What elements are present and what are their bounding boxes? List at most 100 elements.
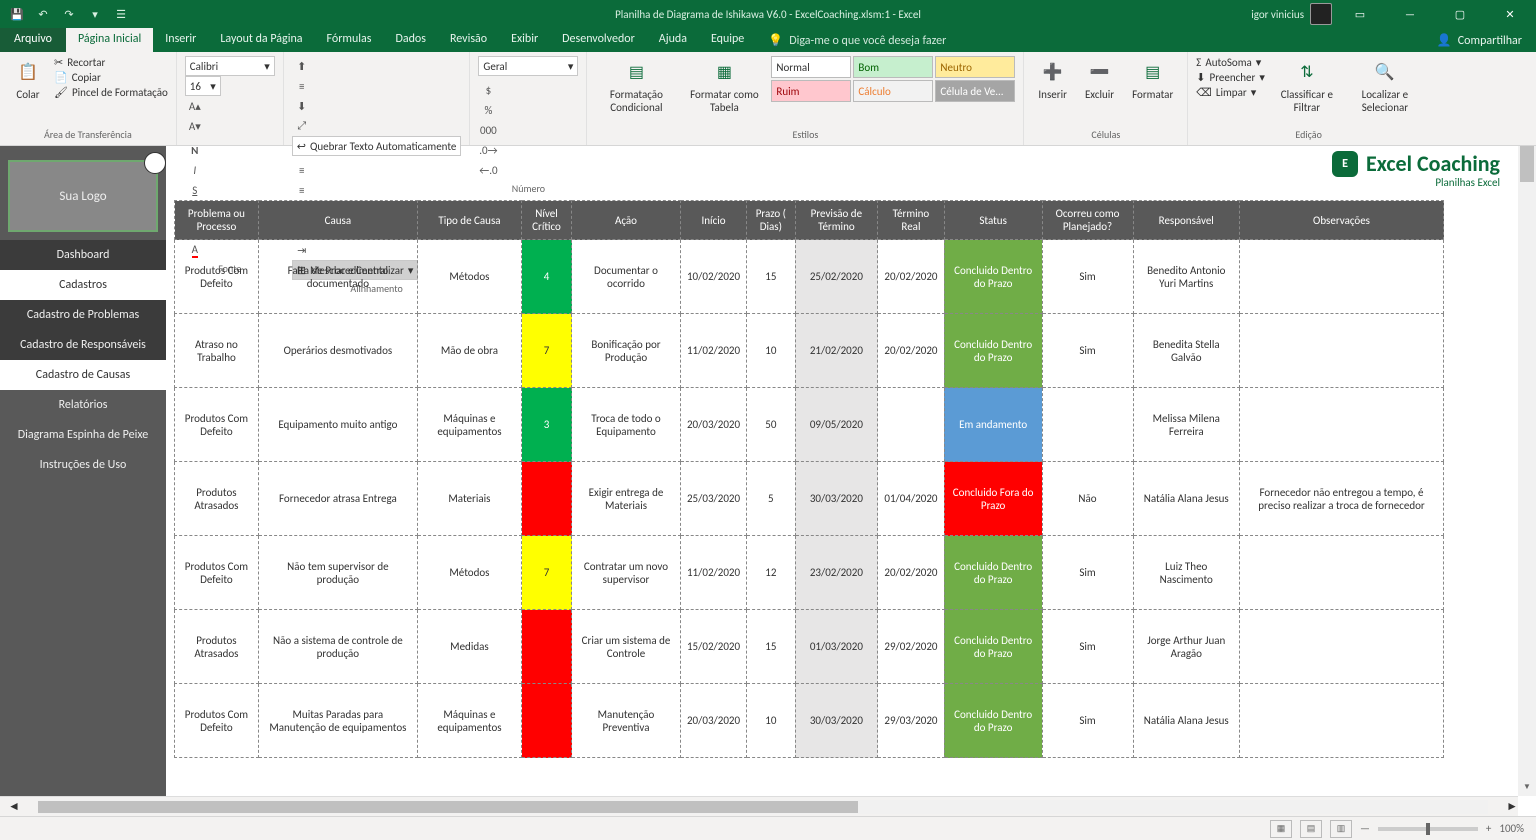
cut-button[interactable]: ✂Recortar bbox=[54, 56, 168, 69]
tab-dados[interactable]: Dados bbox=[383, 28, 437, 52]
cell-acao[interactable]: Exigir entrega de Materiais bbox=[572, 462, 681, 536]
cell-real[interactable] bbox=[878, 388, 945, 462]
cell-resp[interactable]: Luiz Theo Nascimento bbox=[1133, 536, 1240, 610]
cell-nivel[interactable]: 8 bbox=[522, 610, 572, 684]
zoom-in-icon[interactable]: + bbox=[1486, 822, 1491, 835]
cell-nivel[interactable]: 9 bbox=[522, 684, 572, 758]
cell-inicio[interactable]: 20/03/2020 bbox=[680, 388, 746, 462]
cell-status[interactable]: Concluido Dentro do Prazo bbox=[944, 536, 1042, 610]
cell-prev[interactable]: 30/03/2020 bbox=[795, 684, 878, 758]
close-icon[interactable]: ✕ bbox=[1488, 0, 1532, 28]
copy-button[interactable]: 📄Copiar bbox=[54, 71, 168, 84]
column-header[interactable]: Responsável bbox=[1133, 201, 1240, 240]
align-bottom-icon[interactable]: ⬇ bbox=[292, 96, 312, 116]
save-icon[interactable]: 💾 bbox=[6, 3, 28, 25]
table-row[interactable]: Produtos Com DefeitoMuitas Paradas para … bbox=[175, 684, 1444, 758]
cell-acao[interactable]: Manutenção Preventiva bbox=[572, 684, 681, 758]
column-header[interactable]: Nível Crítico bbox=[522, 201, 572, 240]
cell-prev[interactable]: 09/05/2020 bbox=[795, 388, 878, 462]
ribbon-options-icon[interactable]: ▭ bbox=[1338, 0, 1382, 28]
cell-status[interactable]: Em andamento bbox=[944, 388, 1042, 462]
qat-more-icon[interactable]: ▾ bbox=[84, 3, 106, 25]
column-header[interactable]: Previsão de Término bbox=[795, 201, 878, 240]
zoom-level[interactable]: 100% bbox=[1499, 822, 1524, 835]
view-page-break-icon[interactable]: ▥ bbox=[1330, 820, 1352, 838]
hscroll-thumb[interactable] bbox=[38, 801, 858, 813]
cell-obs[interactable] bbox=[1240, 536, 1444, 610]
table-row[interactable]: Produtos AtrasadosNão a sistema de contr… bbox=[175, 610, 1444, 684]
cell-acao[interactable]: Troca de todo o Equipamento bbox=[572, 388, 681, 462]
cell-obs[interactable] bbox=[1240, 684, 1444, 758]
sort-filter-button[interactable]: ⇅Classificar e Filtrar bbox=[1271, 56, 1343, 116]
cell-prev[interactable]: 21/02/2020 bbox=[795, 314, 878, 388]
cell-tipo[interactable]: Medidas bbox=[417, 610, 521, 684]
cell-causa[interactable]: Não a sistema de controle de produção bbox=[258, 610, 417, 684]
zoom-slider[interactable] bbox=[1378, 827, 1478, 831]
fill-button[interactable]: ⬇Preencher▾ bbox=[1196, 71, 1265, 84]
cell-problema[interactable]: Produtos Com Defeito bbox=[175, 388, 259, 462]
cell-problema[interactable]: Produtos Atrasados bbox=[175, 462, 259, 536]
cell-nivel[interactable]: 9 bbox=[522, 462, 572, 536]
cell-acao[interactable]: Criar um sistema de Controle bbox=[572, 610, 681, 684]
number-format-select[interactable]: Geral▾ bbox=[478, 56, 578, 76]
tab-ajuda[interactable]: Ajuda bbox=[647, 28, 699, 52]
cell-obs[interactable]: Fornecedor não entregou a tempo, é preci… bbox=[1240, 462, 1444, 536]
tab-inserir[interactable]: Inserir bbox=[153, 28, 208, 52]
cell-causa[interactable]: Falta de Procedimento documentado bbox=[258, 240, 417, 314]
column-header[interactable]: Prazo ( Dias) bbox=[747, 201, 796, 240]
style-calculo[interactable]: Cálculo bbox=[853, 80, 933, 102]
cell-obs[interactable] bbox=[1240, 240, 1444, 314]
sidebar-item-cadastros[interactable]: Cadastros bbox=[0, 270, 166, 300]
cell-prazo[interactable]: 5 bbox=[747, 462, 796, 536]
cell-prev[interactable]: 30/03/2020 bbox=[795, 462, 878, 536]
cell-problema[interactable]: Produtos Com Defeito bbox=[175, 684, 259, 758]
style-celula[interactable]: Célula de Ve... bbox=[935, 80, 1015, 102]
cell-causa[interactable]: Muitas Paradas para Manutenção de equipa… bbox=[258, 684, 417, 758]
conditional-formatting-button[interactable]: ▤Formatação Condicional bbox=[595, 56, 677, 116]
cell-resp[interactable]: Melissa Milena Ferreira bbox=[1133, 388, 1240, 462]
cell-resp[interactable]: Jorge Arthur Juan Aragão bbox=[1133, 610, 1240, 684]
tab-desenvolvedor[interactable]: Desenvolvedor bbox=[550, 28, 647, 52]
maximize-icon[interactable]: ▢ bbox=[1438, 0, 1482, 28]
style-neutro[interactable]: Neutro bbox=[935, 56, 1015, 78]
insert-cells-button[interactable]: ➕Inserir bbox=[1032, 56, 1073, 103]
file-tab[interactable]: Arquivo bbox=[0, 28, 66, 52]
tab-exibir[interactable]: Exibir bbox=[499, 28, 550, 52]
cell-ocorreu[interactable]: Sim bbox=[1042, 684, 1133, 758]
cell-problema[interactable]: Produtos Com Defeito bbox=[175, 240, 259, 314]
table-row[interactable]: Produtos Com DefeitoEquipamento muito an… bbox=[175, 388, 1444, 462]
cell-nivel[interactable]: 4 bbox=[522, 240, 572, 314]
cell-tipo[interactable]: Máquinas e equipamentos bbox=[417, 388, 521, 462]
cell-nivel[interactable]: 7 bbox=[522, 536, 572, 610]
autosum-button[interactable]: ΣAutoSoma▾ bbox=[1196, 56, 1265, 69]
cell-inicio[interactable]: 25/03/2020 bbox=[680, 462, 746, 536]
column-header[interactable]: Término Real bbox=[878, 201, 945, 240]
font-name-select[interactable]: Calibri▾ bbox=[185, 56, 275, 76]
percent-icon[interactable]: % bbox=[478, 100, 498, 120]
format-cells-button[interactable]: ▤Formatar bbox=[1126, 56, 1179, 103]
cell-real[interactable]: 29/02/2020 bbox=[878, 610, 945, 684]
tab-fórmulas[interactable]: Fórmulas bbox=[315, 28, 384, 52]
paste-button[interactable]: 📋 Colar bbox=[8, 56, 48, 103]
align-top-icon[interactable]: ⬆ bbox=[292, 56, 312, 76]
orientation-icon[interactable]: ⤢ bbox=[292, 116, 312, 136]
sidebar-item-diagrama-espinha-de-peixe[interactable]: Diagrama Espinha de Peixe bbox=[0, 420, 166, 450]
zoom-out-icon[interactable]: — bbox=[1360, 822, 1370, 835]
cell-problema[interactable]: Produtos Com Defeito bbox=[175, 536, 259, 610]
clear-button[interactable]: ⌫Limpar▾ bbox=[1196, 86, 1265, 99]
font-size-select[interactable]: 16▾ bbox=[185, 76, 221, 96]
share-button[interactable]: 👤 Compartilhar bbox=[1423, 29, 1536, 52]
align-middle-icon[interactable]: ≡ bbox=[292, 76, 312, 96]
horizontal-scrollbar[interactable]: ◄ ► bbox=[0, 796, 1518, 816]
tell-me-box[interactable]: 💡 Diga-me o que você deseja fazer bbox=[756, 29, 958, 52]
cell-prev[interactable]: 23/02/2020 bbox=[795, 536, 878, 610]
sidebar-item-dashboard[interactable]: Dashboard bbox=[0, 240, 166, 270]
user-avatar-icon[interactable] bbox=[1310, 3, 1332, 25]
cell-problema[interactable]: Atraso no Trabalho bbox=[175, 314, 259, 388]
undo-icon[interactable]: ↶ bbox=[32, 3, 54, 25]
cell-ocorreu[interactable]: Sim bbox=[1042, 536, 1133, 610]
cell-inicio[interactable]: 20/03/2020 bbox=[680, 684, 746, 758]
scroll-left-icon[interactable]: ◄ bbox=[8, 799, 20, 814]
cell-ocorreu[interactable] bbox=[1042, 388, 1133, 462]
cell-resp[interactable]: Natália Alana Jesus bbox=[1133, 462, 1240, 536]
